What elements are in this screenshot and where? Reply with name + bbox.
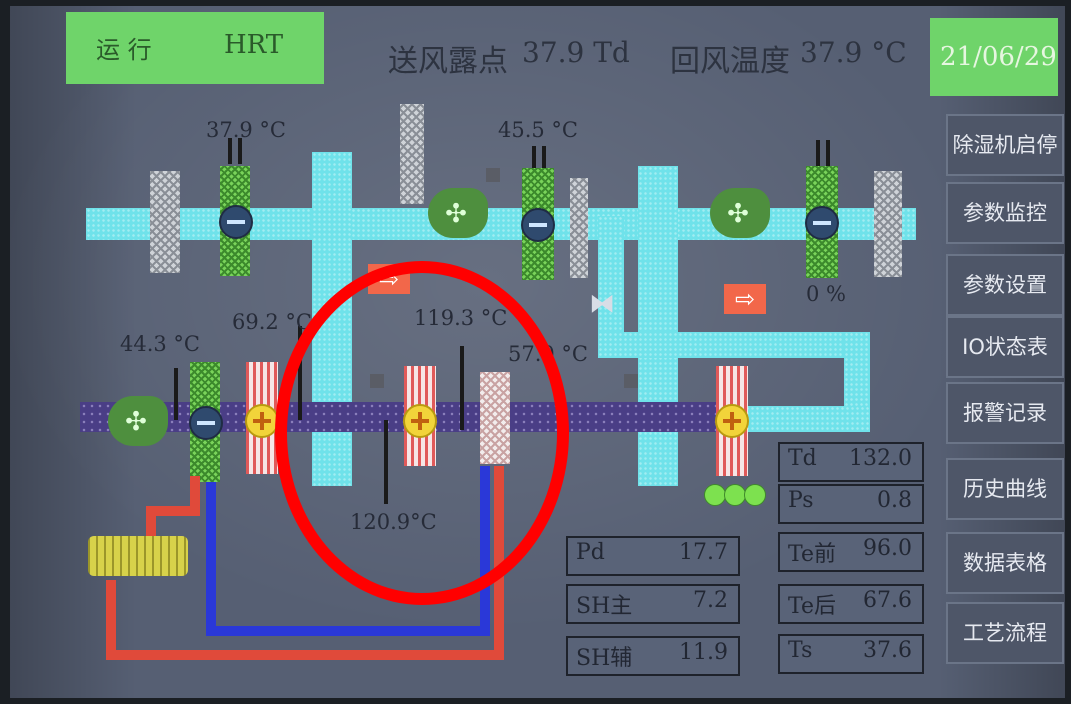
supply-dewpoint-value: 37.9 Td (522, 36, 630, 69)
supply-dewpoint-label: 送风露点 (388, 44, 508, 79)
filter-upper-left (150, 171, 180, 273)
temp-coil2: 45.5 °C (498, 118, 579, 142)
pd-label: Pd (576, 540, 605, 565)
hmi-screen: 运 行 HRT 送风露点 37.9 Td 回风温度 37.9 °C 21/06/… (10, 6, 1065, 698)
sh-main-value: 7.2 (693, 588, 728, 613)
indicator-block (624, 374, 638, 388)
desiccant-wheel-right (638, 166, 678, 486)
process-fan: ✣ (710, 188, 770, 238)
te-before-readout: Te前 96.0 (778, 532, 924, 572)
menu-history-curve[interactable]: 历史曲线 (946, 458, 1064, 520)
cooling-coil-2-icon (521, 208, 555, 242)
td-label: Td (788, 446, 817, 471)
hot-pipe (106, 650, 504, 660)
hot-pipe (190, 476, 200, 516)
te-after-label: Te后 (788, 594, 836, 619)
temp-regen-inlet: 44.3 °C (120, 332, 201, 356)
filter-upper-mid (570, 178, 588, 278)
valve-icon: ⧓ (589, 289, 615, 319)
heater-3-icon (715, 404, 749, 438)
status-led (724, 484, 746, 506)
te-after-value: 67.6 (863, 588, 912, 613)
te-before-label: Te前 (788, 542, 836, 567)
menu-process-flow[interactable]: 工艺流程 (946, 602, 1064, 664)
temp-coil1: 37.9 °C (206, 118, 287, 142)
ts-label: Ts (788, 638, 813, 663)
status-led (744, 484, 766, 506)
ps-value: 0.8 (877, 488, 912, 513)
fan-icon: ✣ (445, 199, 467, 229)
hot-pipe (106, 580, 116, 660)
run-status-text: 运 行 (96, 36, 152, 64)
cold-pipe (206, 626, 484, 636)
return-temp-label: 回风温度 (670, 44, 790, 79)
cold-pipe (206, 482, 216, 636)
menu-parameter-settings[interactable]: 参数设置 (946, 254, 1064, 316)
compressor (88, 536, 188, 576)
ts-value: 37.6 (863, 638, 912, 663)
fan-icon: ✣ (125, 407, 147, 437)
sensor-probe (816, 140, 820, 166)
ps-readout: Ps 0.8 (778, 484, 924, 524)
filter-upper-top (400, 104, 424, 204)
hot-pipe (146, 506, 196, 516)
sh-aux-readout: SH辅 11.9 (566, 636, 740, 676)
sensor-probe (532, 146, 536, 168)
indicator-block (486, 168, 500, 182)
valve-opening: 0 % (806, 282, 846, 306)
te-before-value: 96.0 (863, 536, 912, 561)
sh-aux-value: 11.9 (679, 640, 728, 665)
td-readout: Td 132.0 (778, 442, 924, 482)
annotation-circle (275, 261, 569, 605)
cooling-coil-1-icon (219, 205, 253, 239)
sensor-probe (542, 146, 546, 168)
ts-readout: Ts 37.6 (778, 634, 924, 674)
sensor-probe (826, 140, 830, 166)
menu-parameter-monitor[interactable]: 参数监控 (946, 182, 1064, 244)
sh-main-label: SH主 (576, 594, 633, 619)
ps-label: Ps (788, 488, 814, 513)
pd-readout: Pd 17.7 (566, 536, 740, 576)
td-value: 132.0 (849, 446, 912, 471)
run-status-box: 运 行 HRT (66, 12, 324, 84)
temperature-probe (174, 368, 178, 420)
supply-fan: ✣ (428, 188, 488, 238)
fan-icon: ✣ (727, 199, 749, 229)
menu-dehumidifier-start-stop[interactable]: 除湿机启停 (946, 114, 1064, 176)
te-after-readout: Te后 67.6 (778, 584, 924, 624)
menu-io-status[interactable]: IO状态表 (946, 316, 1064, 378)
menu-data-table[interactable]: 数据表格 (946, 532, 1064, 594)
heater-1-icon (245, 404, 279, 438)
return-duct-horizontal (598, 332, 868, 358)
supply-air-duct (86, 208, 916, 240)
temp-heater1: 69.2 °C (232, 310, 313, 334)
sh-main-readout: SH主 7.2 (566, 584, 740, 624)
pd-value: 17.7 (679, 540, 728, 565)
date-text: 21/06/29 (940, 42, 1057, 72)
date-box: 21/06/29 (930, 18, 1058, 96)
filter-upper-right (874, 171, 902, 277)
mode-text: HRT (224, 30, 284, 60)
airflow-arrow-icon (724, 284, 766, 314)
return-temp-value: 37.9 °C (800, 36, 907, 69)
cooling-coil-4-icon (189, 406, 223, 440)
cooling-coil-3-icon (805, 206, 839, 240)
menu-alarm-log[interactable]: 报警记录 (946, 382, 1064, 444)
regeneration-fan: ✣ (108, 396, 168, 446)
status-led (704, 484, 726, 506)
sh-aux-label: SH辅 (576, 646, 633, 671)
